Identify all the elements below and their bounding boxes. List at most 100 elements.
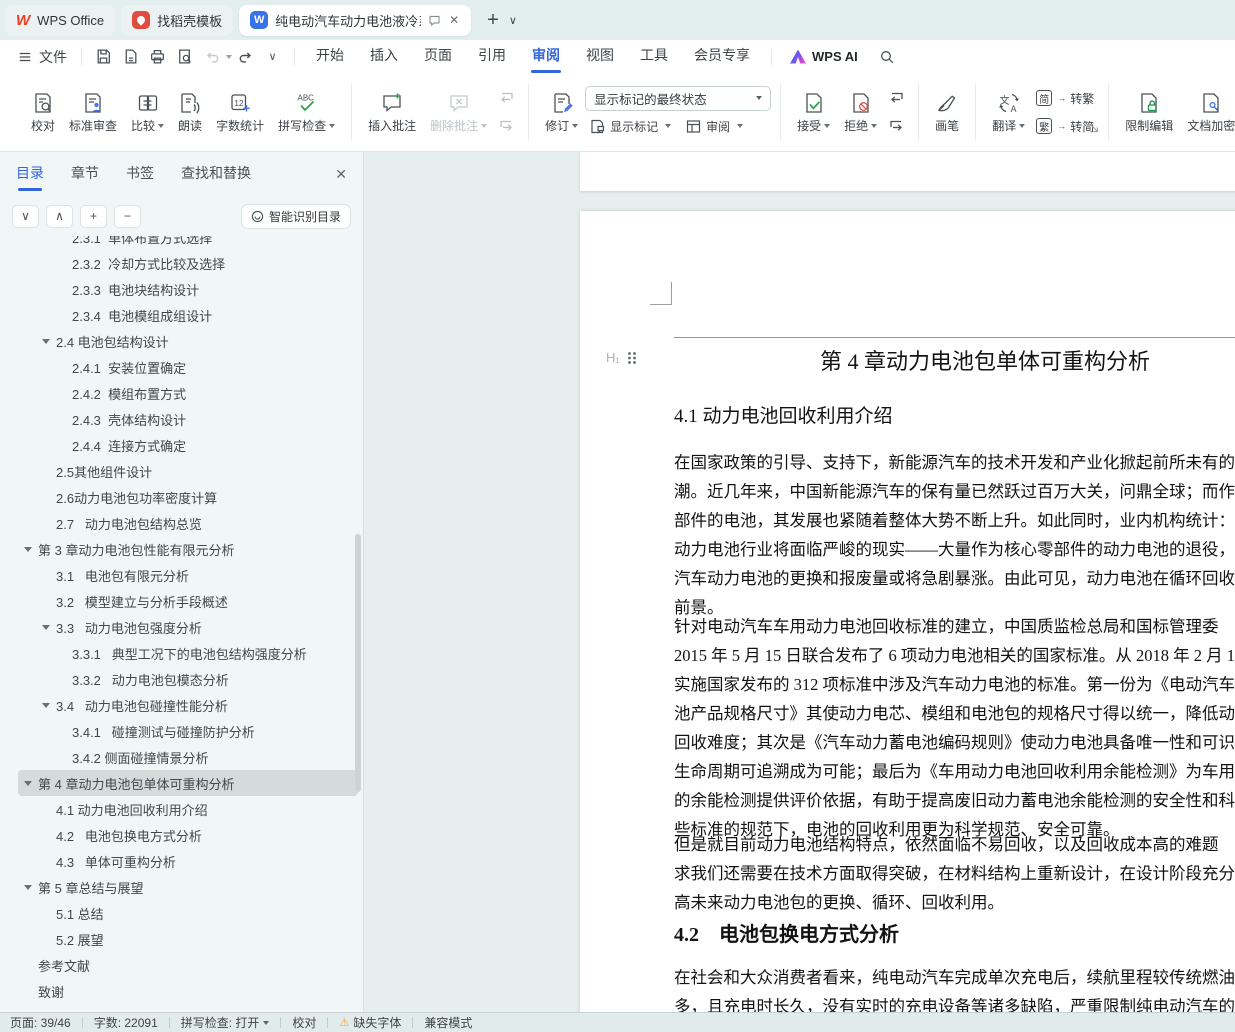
tab-active-document[interactable]: W 纯电动汽车动力电池液冷系统设 ✕	[239, 4, 472, 36]
proofread-button[interactable]: 校对	[24, 80, 62, 144]
review-pane-button[interactable]: 审阅	[681, 114, 747, 139]
smart-toc-button[interactable]: 智能识别目录	[240, 203, 351, 229]
search-icon[interactable]	[874, 45, 901, 69]
toc-item[interactable]: 2.3.4 电池模组成组设计	[0, 302, 363, 328]
expand-all-button[interactable]: ∨	[12, 204, 39, 228]
toc-item[interactable]: 3.3 动力电池包强度分析	[0, 614, 363, 640]
collapse-all-button[interactable]: ∧	[46, 204, 73, 228]
sidebar-tab[interactable]: 目录	[16, 152, 44, 196]
tab-close-icon[interactable]: ✕	[448, 13, 460, 27]
toc-scroll-area[interactable]: 2.3.1 单体布置方式选择 2.3.2 冷却方式比较及选择 2.3.3 电池块…	[0, 236, 363, 1012]
toc-item[interactable]: 5.2 展望	[0, 926, 363, 952]
menu-item[interactable]: 会员专享	[681, 40, 763, 73]
standard-review-button[interactable]: 标准审查	[62, 80, 124, 144]
sidebar-scrollbar[interactable]	[355, 534, 361, 792]
zoom-in-outline-button[interactable]: +	[80, 204, 107, 228]
collapse-arrow-icon[interactable]	[24, 780, 32, 786]
toc-item[interactable]: 参考文献	[0, 952, 363, 978]
toc-item[interactable]: 2.3.2 冷却方式比较及选择	[0, 250, 363, 276]
insert-comment-button[interactable]: 插入批注	[361, 80, 423, 144]
toc-item[interactable]: 3.1 电池包有限元分析	[0, 562, 363, 588]
undo-icon[interactable]	[198, 45, 225, 69]
spell-check-button[interactable]: ABC 拼写检查	[271, 80, 342, 144]
toc-item[interactable]: 4.1 动力电池回收利用介绍	[0, 796, 363, 822]
spellcheck-status[interactable]: 拼写检查: 打开	[181, 1014, 270, 1031]
document-page[interactable]: H₁ 第 4 章动力电池包单体可重构分析 4.1 动力电池回收利用介绍 在国家政…	[580, 211, 1235, 1012]
group-expand-icon[interactable]	[1090, 120, 1099, 138]
toc-item[interactable]: 3.3.2 动力电池包模态分析	[0, 666, 363, 692]
toc-item[interactable]: 2.7 动力电池包结构总览	[0, 510, 363, 536]
read-aloud-button[interactable]: 朗读	[171, 80, 209, 144]
pen-button[interactable]: 画笔	[928, 80, 966, 144]
markup-state-select[interactable]: 显示标记的最终状态	[585, 85, 772, 111]
toc-item[interactable]: 3.4 动力电池包碰撞性能分析	[0, 692, 363, 718]
collapse-arrow-icon[interactable]	[42, 338, 50, 344]
sidebar-tab[interactable]: 查找和替换	[181, 152, 251, 196]
toc-item[interactable]: 2.4.4 连接方式确定	[0, 432, 363, 458]
encrypt-button[interactable]: 文档加密	[1180, 80, 1235, 144]
compare-button[interactable]: 比较	[124, 80, 171, 144]
toc-item[interactable]: 2.4.2 模组布置方式	[0, 380, 363, 406]
toc-item[interactable]: 2.4.3 壳体结构设计	[0, 406, 363, 432]
track-changes-button[interactable]: 修订	[538, 80, 585, 144]
sidebar-close-icon[interactable]: ✕	[335, 166, 347, 183]
toc-item[interactable]: 2.6动力电池包功率密度计算	[0, 484, 363, 510]
new-tab-button[interactable]: +	[487, 10, 499, 30]
reject-button[interactable]: 拒绝	[837, 80, 884, 144]
menu-item[interactable]: 开始	[303, 40, 357, 73]
zoom-out-outline-button[interactable]: −	[114, 204, 141, 228]
toc-item[interactable]: 2.3.3 电池块结构设计	[0, 276, 363, 302]
menu-item[interactable]: 审阅	[519, 40, 573, 73]
menu-item[interactable]: 页面	[411, 40, 465, 73]
accept-button[interactable]: 接受	[790, 80, 837, 144]
to-simplified-button[interactable]: 繁 → 转简	[1032, 114, 1098, 139]
menu-item[interactable]: 视图	[573, 40, 627, 73]
sidebar-tab[interactable]: 书签	[126, 152, 154, 196]
output-icon[interactable]	[117, 45, 144, 69]
toc-item[interactable]: 第 5 章总结与展望	[0, 874, 363, 900]
collapse-arrow-icon[interactable]	[42, 624, 50, 630]
compatibility-mode-badge[interactable]: 兼容模式	[424, 1014, 472, 1031]
wps-ai-button[interactable]: WPS AI	[780, 49, 868, 64]
toc-item[interactable]: 5.1 总结	[0, 900, 363, 926]
translate-button[interactable]: 文A 翻译	[985, 80, 1032, 144]
toc-item[interactable]: 3.4.1 碰撞测试与碰撞防护分析	[0, 718, 363, 744]
toc-item[interactable]: 第 4 章动力电池包单体可重构分析	[18, 770, 358, 796]
menu-item[interactable]: 工具	[627, 40, 681, 73]
page-indicator[interactable]: 页面: 39/46	[10, 1014, 71, 1031]
restrict-edit-button[interactable]: 限制编辑	[1118, 80, 1180, 144]
show-markup-button[interactable]: 显示标记	[585, 114, 675, 139]
print-icon[interactable]	[144, 45, 171, 69]
toc-item[interactable]: 2.3.1 单体布置方式选择	[0, 236, 363, 250]
tab-docer-templates[interactable]: 找稻壳模板	[121, 4, 234, 36]
print-preview-icon[interactable]	[171, 45, 198, 69]
missing-font-warning[interactable]: ⚠ 缺失字体	[339, 1014, 401, 1031]
toc-item[interactable]: 4.3 单体可重构分析	[0, 848, 363, 874]
tab-wps-home[interactable]: W WPS Office	[5, 4, 116, 36]
sidebar-tab[interactable]: 章节	[71, 152, 99, 196]
quick-access-chevron-icon[interactable]: ∨	[259, 45, 286, 69]
tab-list-chevron-icon[interactable]: ∨	[509, 14, 517, 27]
collapse-arrow-icon[interactable]	[42, 702, 50, 708]
toc-item[interactable]: 3.3.1 典型工况下的电池包结构强度分析	[0, 640, 363, 666]
proofread-status[interactable]: 校对	[292, 1014, 316, 1031]
toc-item[interactable]: 2.4 电池包结构设计	[0, 328, 363, 354]
next-change-button[interactable]	[884, 114, 909, 139]
toc-item[interactable]: 3.2 模型建立与分析手段概述	[0, 588, 363, 614]
collapse-arrow-icon[interactable]	[24, 884, 32, 890]
collapse-arrow-icon[interactable]	[24, 546, 32, 552]
previous-comment-button[interactable]	[494, 86, 519, 111]
toc-item[interactable]: 3.4.2 侧面碰撞情景分析	[0, 744, 363, 770]
toc-item[interactable]: 致谢	[0, 978, 363, 1004]
document-workspace[interactable]: H₁ 第 4 章动力电池包单体可重构分析 4.1 动力电池回收利用介绍 在国家政…	[365, 152, 1235, 1012]
menu-item[interactable]: 插入	[357, 40, 411, 73]
delete-comment-button[interactable]: 删除批注	[423, 80, 494, 144]
word-count-indicator[interactable]: 字数: 22091	[94, 1014, 158, 1031]
previous-change-button[interactable]	[884, 86, 909, 111]
redo-icon[interactable]	[232, 45, 259, 69]
file-menu-button[interactable]: 文件	[12, 47, 73, 67]
next-comment-button[interactable]	[494, 114, 519, 139]
toc-item[interactable]: 2.5其他组件设计	[0, 458, 363, 484]
word-count-button[interactable]: 12 字数统计	[209, 80, 271, 144]
toc-item[interactable]: 2.4.1 安装位置确定	[0, 354, 363, 380]
